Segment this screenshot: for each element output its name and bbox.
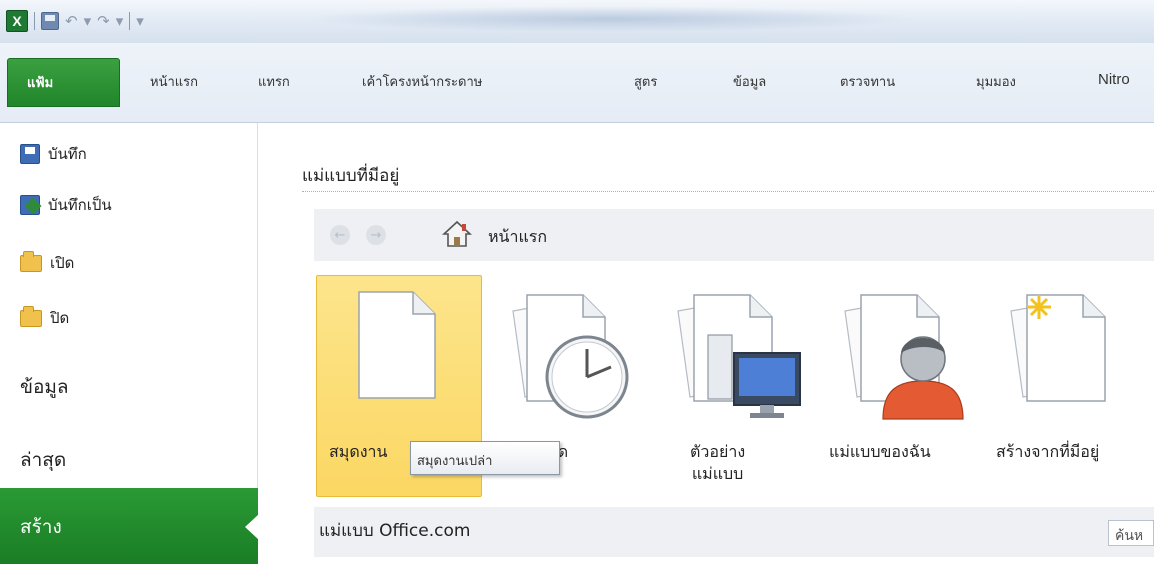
nav-open[interactable]: เปิด	[20, 250, 75, 275]
ribbon-tab-bar: แฟ้ม หน้าแรก แทรก เค้าโครงหน้ากระดาษ สูต…	[0, 43, 1154, 123]
customize-toolbar-icon[interactable]: ▾	[136, 12, 144, 30]
quick-access-toolbar: X ↶ ▾ ↷ ▾ ▾	[6, 8, 144, 34]
tab-view[interactable]: มุมมอง	[976, 71, 1016, 92]
save-icon[interactable]	[41, 12, 59, 30]
save-as-icon	[20, 195, 40, 215]
save-icon	[20, 144, 40, 164]
toolbar-separator	[129, 12, 131, 30]
my-templates-icon	[844, 294, 964, 420]
sample-templates-icon	[677, 294, 801, 418]
backstage-main: แม่แบบที่มีอยู่ ← → หน้าแรก สมุดงาน บล่า…	[259, 123, 1154, 564]
nav-open-label: เปิด	[50, 254, 75, 272]
nav-save-as-label: บันทึกเป็น	[48, 196, 112, 214]
nav-new-label: สร้าง	[20, 516, 62, 538]
tab-insert[interactable]: แทรก	[258, 71, 290, 92]
close-folder-icon	[20, 305, 42, 327]
back-arrow-icon[interactable]: ←	[330, 225, 350, 245]
tile-label-my-templates: แม่แบบของฉัน	[829, 442, 931, 461]
tab-home[interactable]: หน้าแรก	[150, 71, 198, 92]
redo-icon[interactable]: ↷	[97, 12, 110, 30]
backstage-nav: บันทึก บันทึกเป็น เปิด ปิด ข้อมูล ล่าสุด…	[0, 123, 259, 564]
window-title-blur	[300, 6, 920, 32]
forward-arrow-icon[interactable]: →	[366, 225, 386, 245]
active-pointer-notch	[245, 514, 259, 540]
heading-divider	[302, 191, 1154, 192]
new-from-existing-icon	[1010, 294, 1106, 402]
nav-save-as[interactable]: บันทึกเป็น	[20, 193, 112, 217]
tile-label-new-from-existing: สร้างจากที่มีอยู่	[996, 442, 1100, 461]
template-search-input[interactable]: ค้นห	[1108, 520, 1154, 546]
tab-formulas[interactable]: สูตร	[634, 71, 657, 92]
nav-recent[interactable]: ล่าสุด	[20, 445, 66, 475]
nav-save-label: บันทึก	[48, 145, 87, 163]
nav-info[interactable]: ข้อมูล	[20, 372, 69, 402]
template-navigation-bar: ← → หน้าแรก	[314, 209, 1154, 261]
tab-file[interactable]: แฟ้ม	[7, 58, 120, 107]
blank-document-icon	[358, 291, 436, 399]
tooltip-blank-workbook: สมุดงานเปล่า	[410, 441, 560, 475]
dropdown-arrow-icon[interactable]: ▾	[116, 12, 124, 30]
undo-icon[interactable]: ↶	[65, 12, 78, 30]
nav-new[interactable]: สร้าง	[0, 488, 259, 564]
title-bar: X ↶ ▾ ↷ ▾ ▾	[0, 0, 1154, 43]
office-templates-section: แม่แบบ Office.com	[314, 507, 1154, 557]
nav-close[interactable]: ปิด	[20, 305, 70, 330]
tab-data[interactable]: ข้อมูล	[733, 71, 766, 92]
toolbar-separator	[34, 12, 35, 30]
available-templates-heading: แม่แบบที่มีอยู่	[302, 166, 400, 186]
tab-nitro[interactable]: Nitro	[1098, 71, 1130, 88]
recent-templates-icon	[512, 294, 629, 419]
breadcrumb-home[interactable]: หน้าแรก	[488, 225, 547, 250]
dropdown-arrow-icon[interactable]: ▾	[84, 12, 92, 30]
home-icon[interactable]	[442, 219, 472, 249]
tab-page-layout[interactable]: เค้าโครงหน้ากระดาษ	[362, 71, 482, 92]
nav-close-label: ปิด	[50, 309, 70, 327]
excel-app-icon[interactable]: X	[6, 10, 28, 32]
open-folder-icon	[20, 250, 42, 272]
tile-label-sample-templates: ตัวอย่าง แม่แบบ	[690, 442, 746, 483]
office-templates-heading: แม่แบบ Office.com	[319, 521, 471, 541]
tile-label-blank-workbook: สมุดงาน	[329, 442, 388, 461]
tab-review[interactable]: ตรวจทาน	[840, 71, 895, 92]
nav-save[interactable]: บันทึก	[20, 142, 87, 166]
